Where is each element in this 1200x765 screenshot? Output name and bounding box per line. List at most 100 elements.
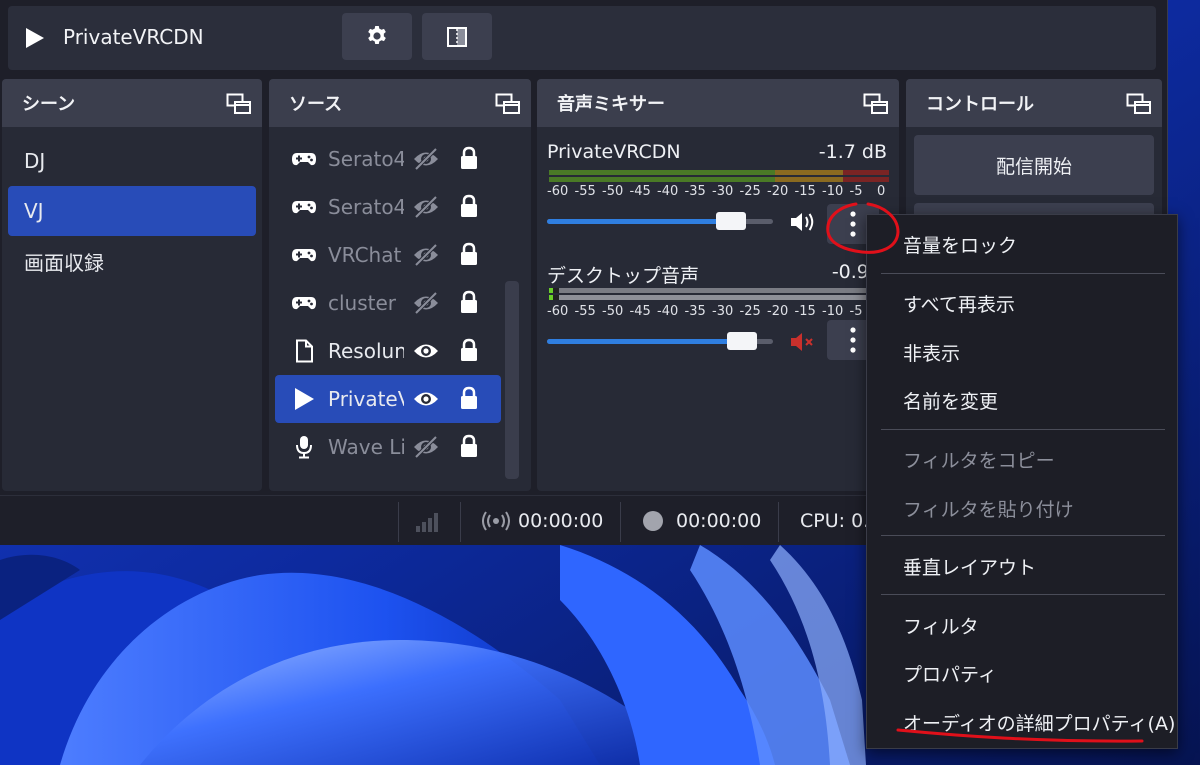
volume-fader[interactable] [547,212,773,230]
meter-tick-label: -25 [739,304,761,319]
eye-icon[interactable] [413,387,439,411]
lock-icon[interactable] [459,242,479,266]
source-label: PrivateV [328,387,404,411]
volume-meter-level [549,177,889,182]
lock-icon[interactable] [459,434,479,458]
menu-separator [881,429,1165,430]
eye-slash-icon[interactable] [413,291,439,315]
context-menu-item[interactable]: フィルタ [903,612,979,639]
eye-icon[interactable] [413,339,439,363]
source-label: Serato4 [328,147,404,171]
scene-item-screen-record[interactable]: 画面収録 [8,236,256,286]
source-item[interactable]: Serato4 [275,183,501,231]
eye-slash-icon[interactable] [413,147,439,171]
meter-tick-label: -55 [574,304,596,319]
context-menu-item[interactable]: 非表示 [903,339,960,366]
status-separator [460,502,461,542]
lock-icon[interactable] [459,386,479,410]
meter-tick-label: -15 [794,184,816,199]
scene-item-vj[interactable]: VJ [8,186,256,236]
undock-icon[interactable] [495,93,521,115]
status-separator [398,502,399,542]
kebab-menu-icon [850,211,856,237]
context-menu-item[interactable]: すべて再表示 [903,290,1015,317]
meter-tick-label: -15 [794,304,816,319]
channel-name: PrivateVRCDN [547,141,681,163]
broadcast-icon [482,511,510,531]
status-separator [620,502,621,542]
meter-tick-label: -45 [629,184,651,199]
undock-icon[interactable] [863,93,889,115]
lock-icon[interactable] [459,194,479,218]
undock-icon[interactable] [1126,93,1152,115]
eye-slash-icon[interactable] [413,435,439,459]
meter-tick-label: 0 [877,184,886,199]
context-menu-item[interactable]: 音量をロック [903,231,1017,258]
studio-mode-button[interactable] [422,13,492,60]
mixer-channel-desktop-audio: デスクトップ音声 -0.9 d -60 -55 -50 -45 -40 -35 -30 -25… [545,261,893,379]
gamepad-icon [292,153,316,166]
muted-speaker-icon[interactable] [789,331,817,353]
context-menu-item: フィルタをコピー [903,450,1055,472]
speaker-icon[interactable] [789,211,817,233]
source-item[interactable]: VRChat [275,231,501,279]
meter-tick-label: -30 [712,304,734,319]
undock-icon[interactable] [226,93,252,115]
context-menu-item[interactable]: プロパティ [903,660,997,687]
meter-tick-label: -10 [822,304,844,319]
microphone-icon [296,436,312,459]
meter-tick-label: -35 [684,184,706,199]
context-menu-item[interactable]: 名前を変更 [903,387,998,414]
menu-separator [881,535,1165,536]
eye-slash-icon[interactable] [413,195,439,219]
gamepad-icon [292,297,316,310]
source-list-scrollbar[interactable] [505,281,519,479]
scenes-dock-header: シーン [2,79,262,127]
volume-meter-peak [549,288,889,293]
source-label: Resolun [328,339,404,363]
controls-dock-header: コントロール [906,79,1162,127]
context-menu-item[interactable]: 垂直レイアウト [903,553,1036,580]
sources-dock-title: ソース [289,94,343,115]
meter-tick-label: -30 [712,184,734,199]
meter-tick-label: -60 [547,304,569,319]
source-item[interactable]: Serato4 [275,135,501,183]
meter-tick-label: -60 [547,184,569,199]
source-item[interactable]: cluster [275,279,501,327]
scene-item-dj[interactable]: DJ [8,136,256,186]
sources-dock: ソース Serato4 Serato4 VRChat cluster Resolun Pr… [269,79,531,491]
cpu-usage: CPU: 0. [800,510,870,532]
title-bar: PrivateVRCDN [8,6,1156,70]
source-label: cluster [328,291,397,315]
play-icon[interactable] [22,26,46,50]
scenes-dock-title: シーン [22,94,76,115]
meter-tick-label: -50 [602,184,624,199]
source-item[interactable]: Wave Li [275,423,501,471]
source-item[interactable]: Resolun [275,327,501,375]
fader-fill [547,219,731,224]
source-item[interactable]: PrivateV [275,375,501,423]
volume-fader[interactable] [547,332,773,350]
start-streaming-button[interactable]: 配信開始 [914,135,1154,195]
lock-icon[interactable] [459,290,479,314]
fader-knob[interactable] [715,212,746,230]
context-menu-item[interactable]: オーディオの詳細プロパティ(A) [903,709,1175,736]
meter-tick-label: -20 [767,184,789,199]
record-icon [643,511,663,531]
lock-icon[interactable] [459,338,479,362]
meter-tick-label: -55 [574,184,596,199]
fader-knob[interactable] [727,332,758,350]
mixer-dock-title: 音声ミキサー [557,94,665,115]
scene-label: 画面収録 [24,250,104,275]
mixer-dock-header: 音声ミキサー [537,79,899,127]
lock-icon[interactable] [459,146,479,170]
eye-slash-icon[interactable] [413,243,439,267]
meter-tick-label: -40 [657,304,679,319]
volume-meter-level [549,295,889,300]
settings-button[interactable] [342,13,412,60]
source-label: Serato4 [328,195,404,219]
file-icon [296,339,313,363]
sources-dock-header: ソース [269,79,531,127]
controls-dock-title: コントロール [926,94,1034,115]
gamepad-icon [292,249,316,262]
